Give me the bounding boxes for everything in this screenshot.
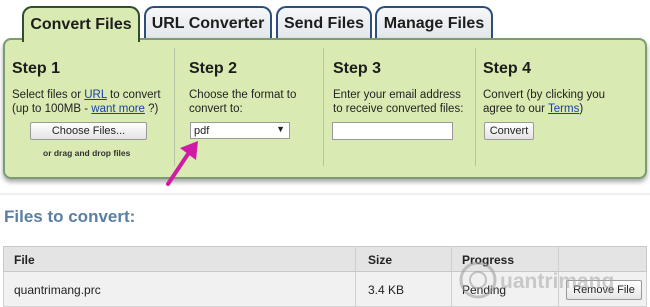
step-divider (323, 48, 324, 166)
choose-files-button[interactable]: Choose Files... (30, 122, 147, 140)
watermark-text: uantrimang (500, 270, 614, 293)
terms-link[interactable]: Terms (548, 103, 579, 115)
desc-text: ) (579, 103, 584, 115)
step-description: Enter your email address to receive conv… (333, 89, 464, 115)
url-link[interactable]: URL (84, 89, 107, 101)
drag-drop-hint: or drag and drop files (43, 148, 131, 158)
email-input[interactable] (332, 122, 453, 140)
convert-panel: Step 1 Select files or URL to convert (u… (3, 38, 647, 179)
step-title: Step 2 (189, 60, 238, 77)
desc-text: Select files or (12, 89, 85, 101)
step-description: Convert (by clicking you agree to our Te… (483, 88, 643, 116)
format-select[interactable]: pdf ▼ (190, 122, 290, 139)
annotation-arrow-icon (166, 141, 198, 186)
format-value: pdf (194, 124, 210, 137)
step-description: Select files or URL to convert (up to 10… (12, 88, 182, 116)
step-4: Step 4 Convert (by clicking you agree to… (483, 60, 643, 116)
desc-text: ?) (144, 103, 159, 115)
tab-label: Send Files (283, 15, 365, 32)
desc-text: to convert (106, 89, 161, 101)
step-title: Step 4 (483, 60, 532, 77)
section-divider (0, 193, 650, 195)
tab-label: Manage Files (383, 15, 485, 32)
column-header-size: Size (368, 253, 393, 267)
column-separator (451, 246, 452, 307)
tab-send-files[interactable]: Send Files (276, 6, 372, 40)
file-name: quantrimang.prc (14, 283, 101, 297)
step-1: Step 1 Select files or URL to convert (u… (12, 60, 182, 116)
tab-label: Convert Files (30, 16, 132, 33)
tab-convert-files[interactable]: Convert Files (22, 6, 140, 42)
desc-text: agree to our (483, 103, 549, 115)
desc-text: Convert (by clicking you (483, 89, 606, 101)
desc-text: (up to 100MB - (12, 103, 92, 115)
tab-label: URL Converter (151, 15, 265, 32)
column-separator (355, 246, 356, 307)
watermark-logo: uantrimang (459, 261, 614, 299)
step-3: Step 3 Enter your email address to recei… (333, 60, 473, 116)
files-section-title: Files to convert: (4, 207, 136, 226)
step-title: Step 1 (12, 60, 61, 77)
convert-button[interactable]: Convert (484, 122, 534, 140)
file-size: 3.4 KB (368, 283, 405, 297)
step-title: Step 3 (333, 60, 382, 77)
column-header-file: File (14, 253, 35, 267)
tab-url-converter[interactable]: URL Converter (144, 6, 272, 40)
want-more-link[interactable]: want more (91, 103, 145, 115)
step-description: Choose the format to convert to: (189, 89, 297, 115)
tab-manage-files[interactable]: Manage Files (375, 6, 493, 40)
step-2: Step 2 Choose the format to convert to: (189, 60, 324, 116)
dropdown-arrow-icon: ▼ (276, 124, 285, 134)
step-divider (475, 48, 476, 166)
